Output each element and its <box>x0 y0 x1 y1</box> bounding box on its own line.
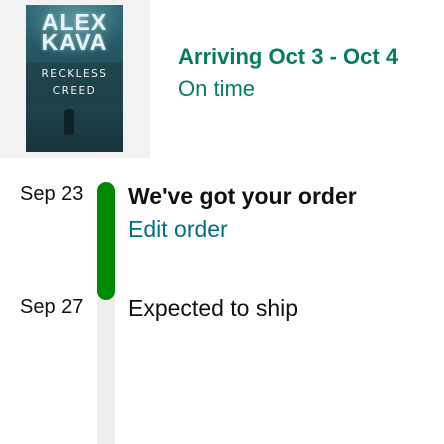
progress-fill <box>97 182 115 300</box>
step-title-ship: Expected to ship <box>128 295 299 321</box>
product-image[interactable]: ALEX KAVA RECKLESS CREED <box>26 5 123 152</box>
step-date-ship: Sep 27 <box>20 296 84 318</box>
cover-figure <box>64 109 74 135</box>
cover-author: ALEX KAVA <box>41 9 108 55</box>
delivery-status: On time <box>178 76 256 101</box>
step-date-ordered: Sep 23 <box>20 183 84 205</box>
product-image-frame: ALEX KAVA RECKLESS CREED <box>0 0 150 158</box>
cover-title-line-2: CREED <box>52 85 97 97</box>
edit-order-link[interactable]: Edit order <box>128 216 228 243</box>
step-title-ordered: We've got your order <box>128 183 357 209</box>
arrival-date: Arriving Oct 3 - Oct 4 <box>178 44 399 69</box>
cover-title-line-1: RECKLESS <box>41 68 108 80</box>
